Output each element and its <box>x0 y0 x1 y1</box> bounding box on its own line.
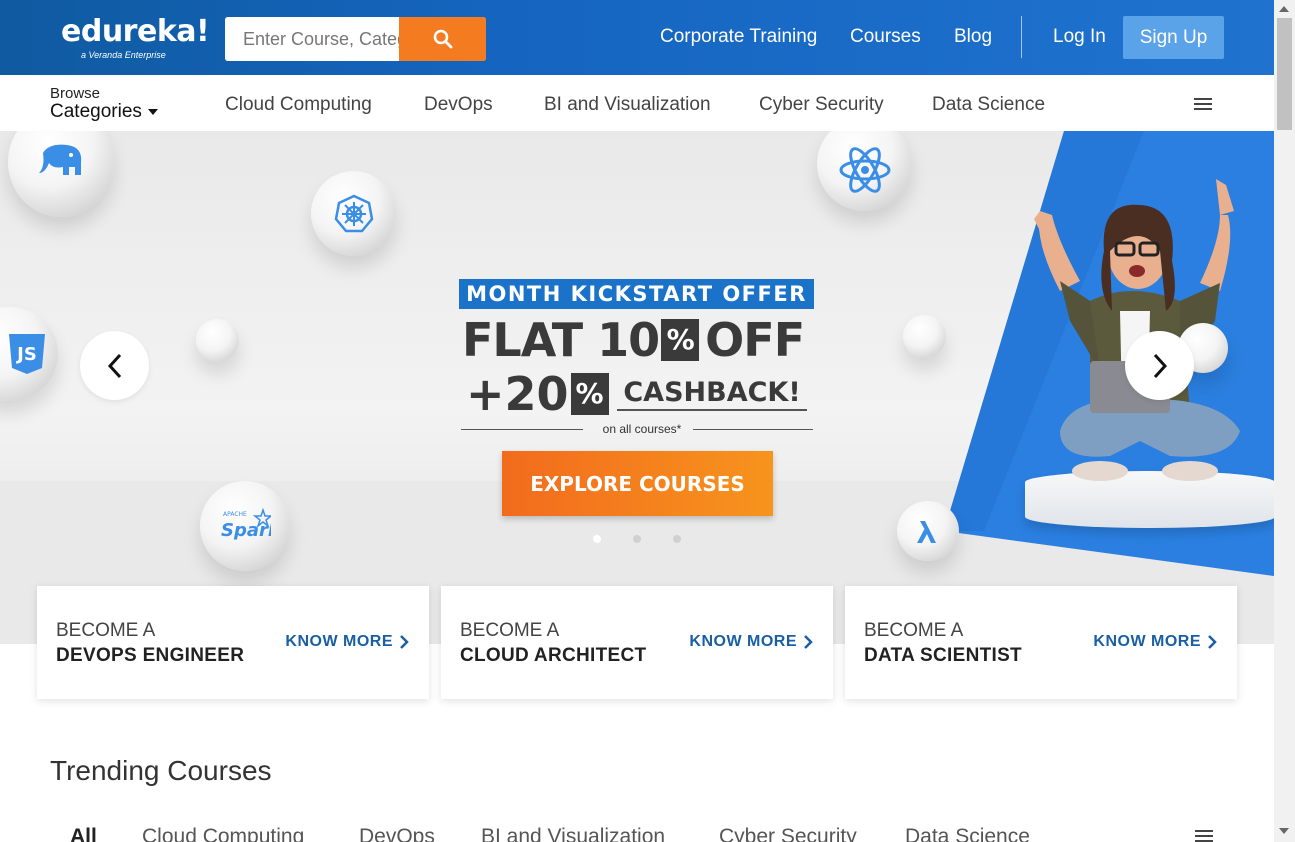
scroll-up-icon[interactable] <box>1279 6 1289 12</box>
offer-flat-text: FLAT 10 <box>462 313 660 367</box>
card-line1: BECOME A <box>56 620 156 641</box>
career-card-data-science[interactable]: BECOME A DATA SCIENTIST KNOW MORE <box>845 586 1237 699</box>
explore-courses-button[interactable]: EXPLORE COURSES <box>502 451 773 516</box>
scrollbar-thumb[interactable] <box>1277 18 1292 130</box>
small-ball-right <box>903 315 946 358</box>
know-more-label: KNOW MORE <box>1093 633 1201 650</box>
js-label: JS <box>15 344 37 365</box>
edureka-logo[interactable]: edureka! a Veranda Enterprise <box>61 14 210 61</box>
login-link[interactable]: Log In <box>1053 26 1106 48</box>
trending-courses-heading: Trending Courses <box>50 755 272 786</box>
react-ball <box>817 131 912 211</box>
percent-badge: % <box>661 319 700 361</box>
category-bi-visualization[interactable]: BI and Visualization <box>544 94 711 116</box>
career-card-devops[interactable]: BECOME A DEVOPS ENGINEER KNOW MORE <box>37 586 429 699</box>
rule-left <box>461 429 583 430</box>
tab-all[interactable]: All <box>70 825 97 842</box>
search-box <box>225 17 486 61</box>
carousel-prev-button[interactable] <box>80 331 149 400</box>
spark-logo-icon: APACHE Spark <box>221 508 271 541</box>
small-ball-left <box>196 319 239 362</box>
chevron-right-icon <box>804 635 813 649</box>
tab-devops[interactable]: DevOps <box>359 825 435 842</box>
cheering-woman-image <box>1034 179 1240 481</box>
trending-menu-icon[interactable] <box>1195 830 1213 842</box>
category-cloud-computing[interactable]: Cloud Computing <box>225 94 372 116</box>
signup-button[interactable]: Sign Up <box>1123 16 1224 59</box>
card-line1: BECOME A <box>864 620 964 641</box>
atom-icon <box>839 147 890 193</box>
cashback-text: CASHBACK! <box>617 375 807 411</box>
javascript-ball: JS <box>0 307 58 401</box>
categories-label: Categories <box>50 101 142 122</box>
know-more-link[interactable]: KNOW MORE <box>689 633 813 651</box>
chevron-right-icon <box>1153 353 1167 378</box>
know-more-link[interactable]: KNOW MORE <box>1093 633 1217 651</box>
scroll-down-icon[interactable] <box>1279 828 1289 834</box>
logo-text: edureka! <box>61 14 210 49</box>
chevron-left-icon <box>107 353 121 378</box>
nav-corporate-training[interactable]: Corporate Training <box>660 26 817 48</box>
nav-divider <box>1021 16 1022 58</box>
caret-down-icon <box>147 108 158 115</box>
offer-flat-line: FLAT 10% OFF <box>462 313 805 367</box>
logo-subtitle: a Veranda Enterprise <box>81 50 166 60</box>
tab-bi-visualization[interactable]: BI and Visualization <box>481 825 665 842</box>
offer-plus-line: +20% <box>466 367 615 421</box>
rule-right <box>693 429 813 430</box>
offer-title: MONTH KICKSTART OFFER <box>459 279 814 309</box>
know-more-link[interactable]: KNOW MORE <box>285 633 409 651</box>
category-cyber-security[interactable]: Cyber Security <box>759 94 884 116</box>
lambda-icon <box>917 521 936 543</box>
elephant-icon <box>39 144 82 175</box>
know-more-label: KNOW MORE <box>285 633 393 650</box>
hero-banner: JS APACHE Spark MONTH KICKSTART OFFER FL… <box>0 131 1274 644</box>
card-line2: DEVOPS ENGINEER <box>56 645 245 666</box>
tab-cloud-computing[interactable]: Cloud Computing <box>142 825 304 842</box>
category-devops[interactable]: DevOps <box>424 94 493 116</box>
nav-blog[interactable]: Blog <box>954 26 992 48</box>
tab-data-science[interactable]: Data Science <box>905 825 1030 842</box>
carousel-next-button[interactable] <box>1125 331 1194 400</box>
nav-courses[interactable]: Courses <box>850 26 921 48</box>
know-more-label: KNOW MORE <box>689 633 797 650</box>
offer-off-text: OFF <box>705 313 805 367</box>
categories-dropdown[interactable]: Categories <box>50 101 158 123</box>
slide-dot-1[interactable] <box>593 535 601 543</box>
slide-dot-2[interactable] <box>633 535 641 543</box>
top-header: edureka! a Veranda Enterprise Corporate … <box>0 0 1274 75</box>
browse-label: Browse <box>50 85 101 102</box>
lambda-ball <box>897 501 959 561</box>
kubernetes-ball <box>311 171 396 256</box>
search-icon <box>433 29 452 49</box>
menu-icon[interactable] <box>1194 98 1212 110</box>
js-shield-icon: JS <box>9 334 45 374</box>
card-line1: BECOME A <box>460 620 560 641</box>
card-line2: DATA SCIENTIST <box>864 645 1022 666</box>
category-data-science[interactable]: Data Science <box>932 94 1045 116</box>
chevron-right-icon <box>400 635 409 649</box>
on-all-courses-text: on all courses* <box>602 422 682 436</box>
card-line2: CLOUD ARCHITECT <box>460 645 647 666</box>
hadoop-ball <box>8 131 114 217</box>
chevron-right-icon <box>1208 635 1217 649</box>
career-card-cloud[interactable]: BECOME A CLOUD ARCHITECT KNOW MORE <box>441 586 833 699</box>
offer-plus-text: +20 <box>466 367 569 421</box>
search-input[interactable] <box>225 17 399 61</box>
tab-cyber-security[interactable]: Cyber Security <box>719 825 857 842</box>
slide-dot-3[interactable] <box>673 535 681 543</box>
category-bar: Browse Categories Cloud Computing DevOps… <box>0 75 1274 131</box>
helm-wheel-icon <box>334 194 373 232</box>
apache-label: APACHE <box>223 511 247 518</box>
search-button[interactable] <box>399 17 486 61</box>
spark-ball: APACHE Spark <box>200 481 290 571</box>
percent-badge-2: % <box>570 373 609 415</box>
